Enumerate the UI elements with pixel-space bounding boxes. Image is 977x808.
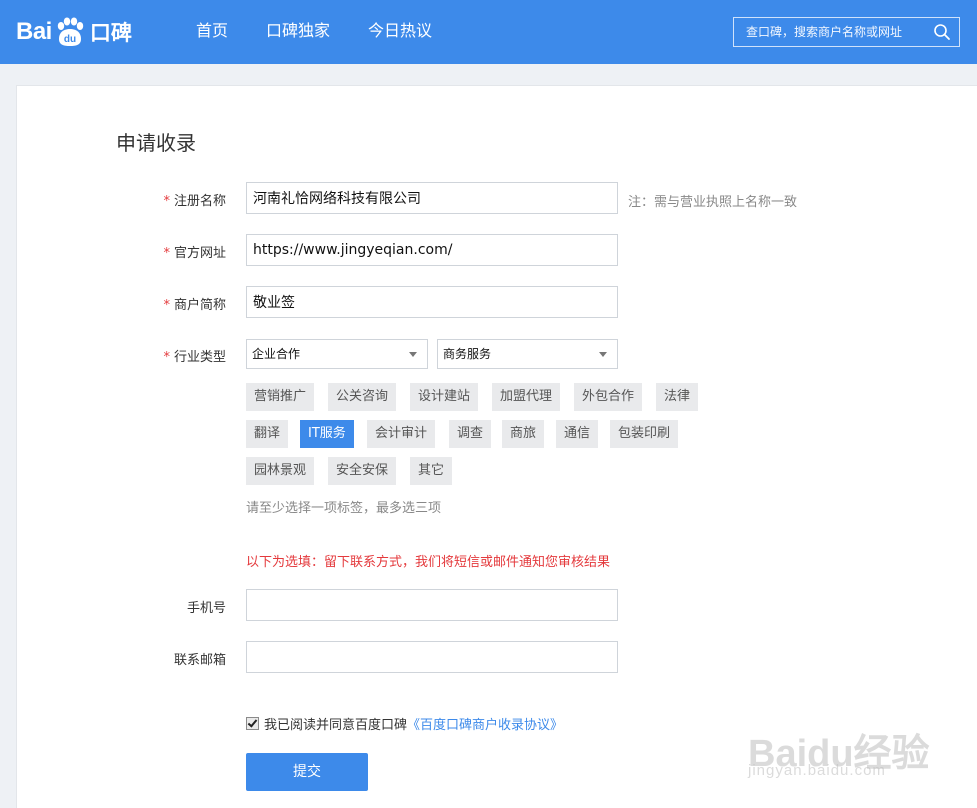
email-field-wrap (246, 641, 618, 673)
email-label: 联系邮箱 (173, 653, 226, 668)
required-mark: * (163, 298, 170, 313)
industry-label-text: 行业类型 (173, 350, 226, 365)
industry-secondary-select[interactable]: 商务服务 (437, 339, 618, 369)
main-nav: 首页 口碑独家 今日热议 (196, 0, 470, 64)
watermark-sub-text: jingyan.baidu.com (748, 762, 886, 779)
chevron-down-icon (409, 352, 417, 357)
short-name-label: * 商户简称 (106, 294, 226, 313)
tag-marketing[interactable]: 营销推广 (246, 383, 315, 411)
reg-name-label-text: 注册名称 (173, 194, 226, 209)
nav-home[interactable]: 首页 (196, 0, 228, 64)
tag-packaging-printing[interactable]: 包装印刷 (610, 420, 679, 448)
required-mark: * (163, 246, 170, 261)
tag-security[interactable]: 安全安保 (328, 457, 397, 485)
logo-text-koubei: 口碑 (89, 21, 132, 45)
website-input[interactable] (247, 235, 617, 265)
reg-name-field-wrap (246, 182, 618, 214)
tag-tip: 请至少选择一项标签，最多选三项 (246, 501, 442, 516)
agree-checkbox[interactable] (246, 717, 259, 730)
baidu-jingyan-watermark: Baidu经验 jingyan.baidu.com (748, 700, 938, 790)
search-input[interactable] (734, 18, 924, 46)
logo-text-bai: Bai (16, 18, 52, 45)
tag-translation[interactable]: 翻译 (246, 420, 289, 448)
logo-paw-text: du (64, 34, 76, 45)
short-name-input[interactable] (247, 287, 617, 317)
tag-telecom[interactable]: 通信 (556, 420, 599, 448)
baidu-koubei-logo[interactable]: Bai du 口碑 (16, 12, 132, 52)
submit-button[interactable]: 提交 (246, 753, 368, 791)
website-field-wrap (246, 234, 618, 266)
phone-input[interactable] (247, 590, 617, 620)
paw-logo-icon: du (53, 17, 87, 47)
industry-primary-value: 企业合作 (252, 347, 301, 361)
tag-outsourcing[interactable]: 外包合作 (574, 383, 643, 411)
reg-name-input[interactable] (247, 183, 617, 213)
website-label-text: 官方网址 (173, 246, 226, 261)
tag-landscaping[interactable]: 园林景观 (246, 457, 315, 485)
page-title: 申请收录 (116, 131, 196, 155)
top-navbar: Bai du 口碑 首页 口碑独家 今日热议 (0, 0, 977, 64)
email-input[interactable] (247, 642, 617, 672)
tag-pr-consulting[interactable]: 公关咨询 (328, 383, 397, 411)
website-label: * 官方网址 (106, 242, 226, 261)
reg-name-hint: 注：需与营业执照上名称一致 (628, 195, 798, 210)
tag-design-build[interactable]: 设计建站 (410, 383, 479, 411)
industry-primary-select[interactable]: 企业合作 (246, 339, 428, 369)
tag-survey[interactable]: 调查 (449, 420, 492, 448)
tag-business-travel[interactable]: 商旅 (502, 420, 545, 448)
search-box (733, 17, 960, 47)
required-mark: * (163, 194, 170, 209)
tag-legal[interactable]: 法律 (656, 383, 699, 411)
agreement-link[interactable]: 《百度口碑商户收录协议》 (407, 714, 563, 733)
agreement-row: 我已阅读并同意百度口碑 《百度口碑商户收录协议》 (246, 714, 563, 733)
reg-name-label: * 注册名称 (106, 190, 226, 209)
nav-today-hot[interactable]: 今日热议 (368, 0, 432, 64)
tag-it-service[interactable]: IT服务 (300, 420, 354, 448)
industry-label: * 行业类型 (106, 346, 226, 365)
optional-note: 以下为选填：留下联系方式，我们将短信或邮件通知您审核结果 (246, 555, 611, 570)
required-mark: * (163, 350, 170, 365)
tag-accounting[interactable]: 会计审计 (367, 420, 436, 448)
short-name-label-text: 商户简称 (173, 298, 226, 313)
search-icon[interactable] (933, 23, 951, 41)
tag-other[interactable]: 其它 (410, 457, 453, 485)
agree-text: 我已阅读并同意百度口碑 (264, 718, 408, 733)
short-name-field-wrap (246, 286, 618, 318)
industry-secondary-value: 商务服务 (443, 347, 492, 361)
phone-label: 手机号 (186, 601, 226, 616)
tag-franchise[interactable]: 加盟代理 (492, 383, 561, 411)
chevron-down-icon (599, 352, 607, 357)
phone-field-wrap (246, 589, 618, 621)
nav-koubei-exclusive[interactable]: 口碑独家 (266, 0, 330, 64)
